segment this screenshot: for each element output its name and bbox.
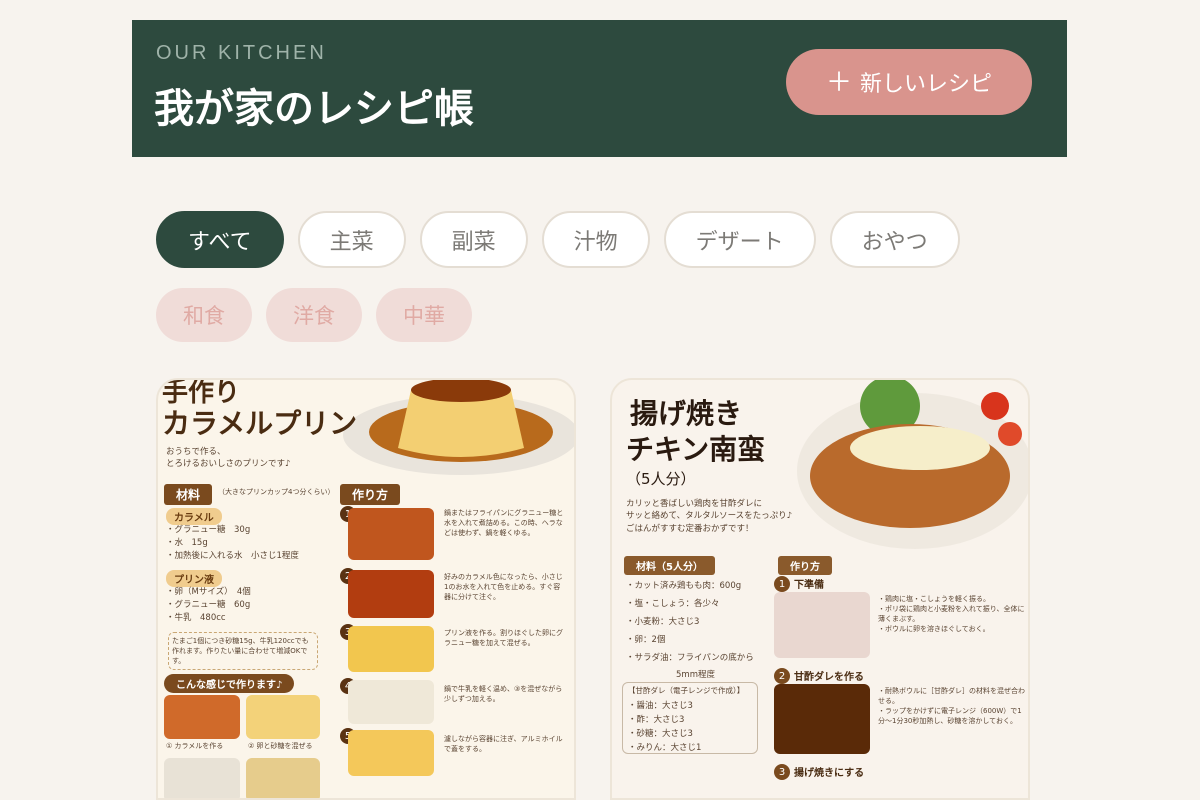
sauce-item: ・酢：大さじ3: [628, 715, 685, 725]
recipe-lead: おうちで作る、 とろけるおいしさのプリンです♪: [166, 447, 291, 470]
step-text: プリン液を作る。割りほぐした卵にグラニュー糖を加えて混ぜる。: [444, 629, 563, 648]
ingredient-item: ・小麦粉：大さじ3: [626, 617, 700, 627]
ingredient-item: ・卵：2個: [626, 635, 666, 645]
caramel-label: カラメル: [166, 508, 222, 525]
chip-all[interactable]: すべて: [156, 211, 284, 268]
pudding-photo: [343, 380, 574, 475]
step-photo: [774, 684, 870, 754]
recipe-title-line2: カラメルプリン: [162, 407, 358, 440]
step-text: 濾しながら容器に注ぎ、アルミホイルで蓋をする。: [444, 735, 563, 754]
sauce-label: 【甘酢ダレ（電子レンジで作成）】: [628, 686, 745, 695]
category-chips: すべて 主菜 副菜 汁物 デザート おやつ: [156, 211, 960, 268]
step-title: 甘酢ダレを作る: [794, 672, 864, 683]
caramel-item: ・加熱後に入れる水 小さじ1程度: [166, 551, 299, 561]
step-text: 鍋で牛乳を軽く温め、③を混ぜながら少しずつ加える。: [444, 685, 563, 704]
ingredients-label: 材料（5人分）: [624, 556, 715, 575]
step-text: 鍋またはフライパンにグラニュー糖と水を入れて煮詰める。この時、ヘラなどは使わず、…: [444, 509, 564, 538]
plus-icon: ＋: [825, 67, 852, 97]
header-eyebrow: OUR KITCHEN: [156, 42, 327, 64]
recipe-card-chicken-nanban[interactable]: 揚げ焼き チキン南蛮 （5人分） カリッと香ばしい鶏肉を甘酢ダレに サッと絡めて…: [610, 378, 1030, 800]
new-recipe-button[interactable]: ＋ 新しいレシピ: [786, 49, 1032, 115]
sauce-item: ・醤油：大さじ3: [628, 701, 693, 711]
gallery-photo-eggs: [246, 695, 320, 739]
gallery-photo-3: [164, 758, 240, 798]
pudding-label: プリン液: [166, 570, 222, 587]
sauce-item: ・みりん：大さじ1: [628, 743, 702, 753]
step-photo: [774, 592, 870, 658]
ingredient-item: ・サラダ油：フライパンの底から: [626, 653, 754, 663]
tag-chinese[interactable]: 中華: [376, 288, 472, 342]
chip-side-dish[interactable]: 副菜: [419, 211, 528, 268]
pudding-item: ・卵（Mサイズ） 4個: [166, 587, 251, 597]
filter-bar: すべて 主菜 副菜 汁物 デザート おやつ 和食 洋食 中華: [156, 211, 960, 342]
pudding-item: ・牛乳 480cc: [166, 613, 226, 623]
step-number: 1: [774, 576, 790, 592]
step-number: 3: [774, 764, 790, 780]
ingredients-note: （大きなプリンカップ4つ分くらい）: [218, 488, 335, 496]
steps-label: 作り方: [778, 556, 832, 575]
step-photo: [348, 626, 434, 672]
gallery-label: こんな感じで作ります♪: [164, 674, 295, 693]
step-title: 下準備: [794, 580, 824, 591]
step-text: ・鶏肉に塩・こしょうを軽く振る。 ・ポリ袋に鶏肉と小麦粉を入れて振り、全体に薄く…: [878, 595, 1025, 634]
caramel-item: ・グラニュー糖 30g: [166, 525, 251, 535]
recipe-card-pudding[interactable]: 手作り カラメルプリン おうちで作る、 とろけるおいしさのプリンです♪ 材料 （…: [156, 378, 576, 800]
chip-main-dish[interactable]: 主菜: [297, 211, 406, 268]
step-number: 2: [774, 668, 790, 684]
step-photo: [348, 508, 434, 560]
step-photo: [348, 730, 434, 776]
step-photo: [348, 570, 434, 618]
step-photo: [348, 680, 434, 724]
tag-western[interactable]: 洋食: [266, 288, 362, 342]
chicken-photo: [797, 380, 1028, 549]
app-header: OUR KITCHEN 我が家のレシピ帳 ＋ 新しいレシピ: [132, 20, 1067, 157]
ingredient-item: 5mm程度: [676, 670, 715, 680]
new-recipe-label: 新しいレシピ: [860, 71, 993, 96]
ingredients-label: 材料: [164, 484, 213, 505]
recipe-title-line1: 揚げ焼き: [630, 397, 743, 430]
recipe-tip: たまご1個につき砂糖15g、牛乳120ccでも作れます。作りたい量に合わせて増減…: [168, 632, 318, 671]
ingredient-item: ・塩・こしょう：各少々: [626, 599, 720, 609]
gallery-caption: ① カラメルを作る: [166, 742, 224, 750]
gallery-caption: ② 卵と砂糖を混ぜる: [248, 742, 313, 750]
page-title: 我が家のレシピ帳: [154, 86, 474, 132]
gallery-photo-caramel: [164, 695, 240, 739]
sauce-item: ・砂糖：大さじ3: [628, 729, 693, 739]
step-text: 好みのカラメル色になったら、小さじ1のお水を入れて色を止める。すぐ容器に分けて注…: [444, 573, 563, 602]
steps-label: 作り方: [340, 484, 401, 505]
chip-snack[interactable]: おやつ: [829, 211, 960, 268]
gallery-photo-4: [246, 758, 320, 798]
cuisine-tags: 和食 洋食 中華: [156, 288, 472, 342]
pudding-item: ・グラニュー糖 60g: [166, 600, 251, 610]
caramel-item: ・水 15g: [166, 538, 208, 548]
step-title: 揚げ焼きにする: [794, 768, 865, 779]
chip-dessert[interactable]: デザート: [663, 211, 816, 268]
ingredient-item: ・カット済み鶏もも肉：600g: [626, 581, 742, 591]
chip-soup[interactable]: 汁物: [541, 211, 650, 268]
recipe-lead: カリッと香ばしい鶏肉を甘酢ダレに サッと絡めて、タルタルソースをたっぷり♪ ごは…: [626, 499, 793, 534]
tag-japanese[interactable]: 和食: [156, 288, 252, 342]
recipe-title-line2: チキン南蛮: [626, 433, 766, 466]
step-text: ・耐熱ボウルに［甘酢ダレ］の材料を混ぜ合わせる。 ・ラップをかけずに電子レンジ（…: [878, 687, 1025, 726]
recipe-servings: （5人分）: [626, 470, 696, 488]
